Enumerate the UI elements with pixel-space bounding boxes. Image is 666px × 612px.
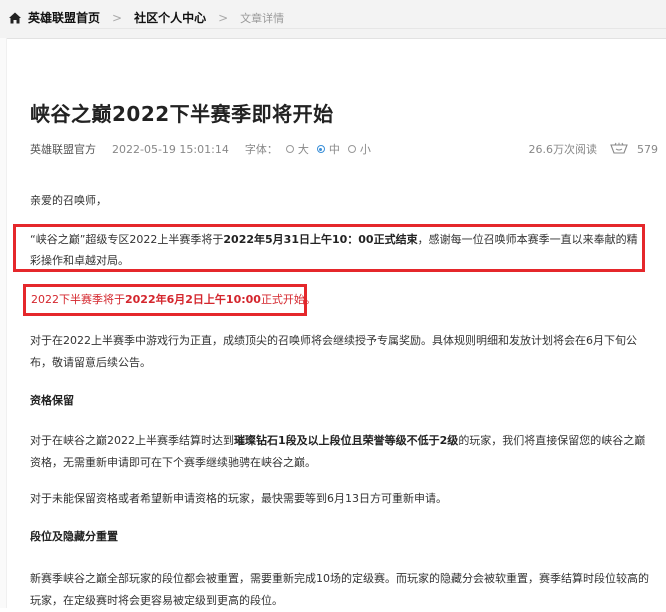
chevron-right-icon: > (112, 10, 123, 25)
article-stats: 26.6万次阅读 579 (529, 141, 659, 157)
article-author[interactable]: 英雄联盟官方 (30, 141, 96, 157)
section-heading-qualification: 资格保留 (30, 394, 74, 407)
reapply-paragraph: 对于未能保留资格或者希望新申请资格的玩家，最快需要等到6月13日方可重新申请。 (30, 492, 447, 505)
view-count: 26.6万次阅读 (528, 143, 598, 156)
left-edge-strip (0, 38, 7, 608)
font-size-small-radio[interactable]: 小 (347, 141, 371, 157)
rewards-paragraph: 对于在2022上半赛季中游戏行为正直，成绩顶尖的召唤师将会继续授予专属奖励。具体… (30, 334, 637, 369)
highlight-box-season-end: “峡谷之巅”超级专区2022上半赛季将于2022年5月31日上午10：00正式结… (13, 224, 645, 272)
breadcrumb-community-link[interactable]: 社区个人中心 (134, 9, 206, 26)
top-navigation-bar: 英雄联盟首页 > 社区个人中心 > 文章详情 (0, 0, 666, 39)
font-size-label: 字体： (244, 143, 278, 156)
article-date: 2022-05-19 15:01:14 (112, 142, 229, 156)
season-start-text: 2022下半赛季将于2022年6月2日上午10:00正式开始。 (31, 293, 316, 306)
like-count: 579 (637, 142, 658, 156)
section-heading-reset: 段位及隐藏分重置 (30, 530, 118, 543)
breadcrumb-current: 文章详情 (240, 11, 285, 25)
highlight-box-season-start: 2022下半赛季将于2022年6月2日上午10:00正式开始。 (23, 284, 316, 316)
qualification-paragraph: 对于在峡谷之巅2022上半赛季结算时达到璀璨钻石1段及以上段位且荣誉等级不低于2… (30, 434, 646, 469)
font-size-large-radio[interactable]: 大 (285, 141, 309, 157)
reset-paragraph: 新赛季峡谷之巅全部玩家的段位都会被重置，需要重新完成10场的定级赛。而玩家的隐藏… (30, 572, 649, 607)
home-icon[interactable] (8, 11, 22, 25)
article-title: 峡谷之巅2022下半赛季即将开始 (30, 102, 334, 126)
breadcrumb: 英雄联盟首页 > 社区个人中心 > 文章详情 (8, 9, 284, 26)
greeting: 亲爱的召唤师， (30, 194, 107, 207)
chevron-right-icon: > (218, 10, 229, 25)
decorative-divider (60, 28, 666, 29)
font-size-medium-radio[interactable]: 中 (316, 141, 340, 157)
breadcrumb-home-link[interactable]: 英雄联盟首页 (28, 9, 100, 26)
article-meta: 英雄联盟官方 2022-05-19 15:01:14 字体： 大 中 小 (30, 141, 371, 157)
season-end-text: “峡谷之巅”超级专区2022上半赛季将于2022年5月31日上午10：00正式结… (30, 233, 638, 267)
like-icon[interactable] (609, 142, 629, 156)
